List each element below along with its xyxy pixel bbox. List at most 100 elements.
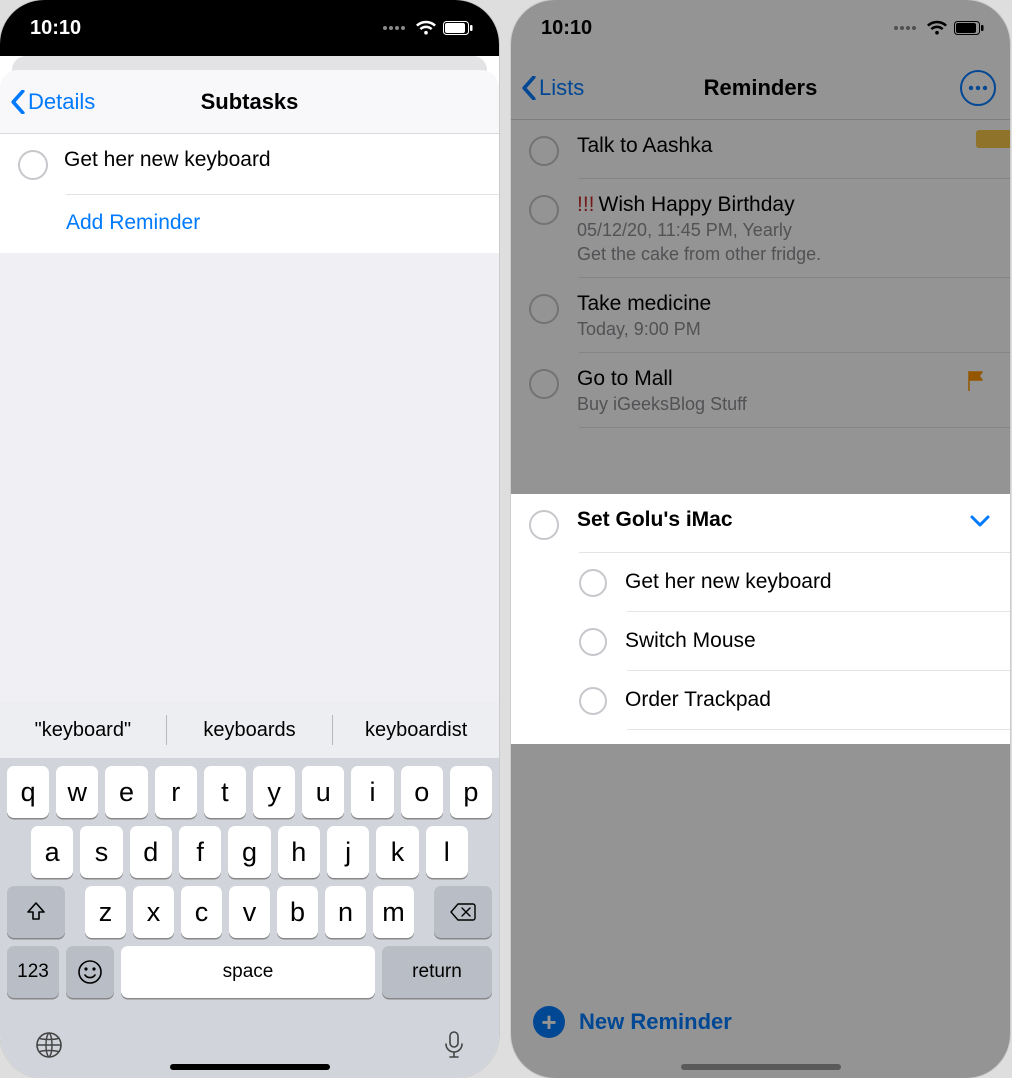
reminder-title: Talk to Aashka bbox=[577, 134, 992, 158]
subtasks-sheet: Details Subtasks Get her new keyboard Ad… bbox=[0, 70, 499, 1078]
key-d[interactable]: d bbox=[130, 826, 172, 878]
battery-icon bbox=[954, 21, 984, 35]
key-f[interactable]: f bbox=[179, 826, 221, 878]
suggestion-1[interactable]: "keyboard" bbox=[0, 719, 166, 742]
subtask-title: Get her new keyboard bbox=[64, 148, 483, 172]
key-h[interactable]: h bbox=[278, 826, 320, 878]
list-item[interactable]: Take medicine Today, 9:00 PM bbox=[511, 278, 1010, 352]
globe-icon[interactable] bbox=[34, 1030, 64, 1065]
key-z[interactable]: z bbox=[85, 886, 126, 938]
new-reminder-button[interactable]: + New Reminder bbox=[533, 1006, 732, 1038]
subtask-list: Get her new keyboard Add Reminder bbox=[0, 134, 499, 253]
checkbox-circle-icon[interactable] bbox=[529, 136, 559, 166]
space-key[interactable]: space bbox=[121, 946, 375, 998]
wifi-icon bbox=[415, 20, 437, 36]
key-e[interactable]: e bbox=[105, 766, 147, 818]
status-time: 10:10 bbox=[541, 17, 592, 40]
checkbox-circle-icon[interactable] bbox=[529, 369, 559, 399]
key-u[interactable]: u bbox=[302, 766, 344, 818]
chevron-down-icon[interactable] bbox=[970, 514, 990, 533]
back-label: Details bbox=[28, 89, 95, 115]
new-reminder-label: New Reminder bbox=[579, 1009, 732, 1035]
add-reminder-link[interactable]: Add Reminder bbox=[0, 195, 499, 253]
key-n[interactable]: n bbox=[325, 886, 366, 938]
subtask-row[interactable]: Switch Mouse bbox=[511, 612, 1010, 670]
priority-label: !!! bbox=[577, 193, 595, 216]
suggestion-3[interactable]: keyboardist bbox=[333, 719, 499, 742]
home-indicator[interactable] bbox=[170, 1064, 330, 1070]
key-q[interactable]: q bbox=[7, 766, 49, 818]
backspace-key[interactable] bbox=[434, 886, 492, 938]
checkbox-circle-icon[interactable] bbox=[529, 294, 559, 324]
key-r[interactable]: r bbox=[155, 766, 197, 818]
checkbox-circle-icon[interactable] bbox=[18, 150, 48, 180]
reminder-title: Set Golu's iMac bbox=[577, 508, 992, 532]
plus-circle-icon: + bbox=[533, 1006, 565, 1038]
flag-icon bbox=[966, 369, 988, 398]
checkbox-circle-icon[interactable] bbox=[529, 510, 559, 540]
reminder-subtitle: 05/12/20, 11:45 PM, Yearly bbox=[577, 220, 992, 241]
key-p[interactable]: p bbox=[450, 766, 492, 818]
checkbox-circle-icon[interactable] bbox=[579, 569, 607, 597]
list-item[interactable]: Set Golu's iMac bbox=[511, 494, 1010, 552]
emoji-key[interactable] bbox=[66, 946, 114, 998]
status-bar: 10:10 bbox=[511, 0, 1010, 56]
key-x[interactable]: x bbox=[133, 886, 174, 938]
subtask-row[interactable]: Get her new keyboard bbox=[511, 553, 1010, 611]
status-bar: 10:10 bbox=[0, 0, 499, 56]
reminder-title: Take medicine bbox=[577, 292, 992, 316]
key-c[interactable]: c bbox=[181, 886, 222, 938]
reminder-subtitle: Today, 9:00 PM bbox=[577, 319, 992, 340]
return-key[interactable]: return bbox=[382, 946, 492, 998]
nav-bar: Lists Reminders bbox=[511, 56, 1010, 120]
key-k[interactable]: k bbox=[376, 826, 418, 878]
home-indicator[interactable] bbox=[681, 1064, 841, 1070]
back-button[interactable]: Lists bbox=[511, 75, 584, 101]
shift-key[interactable] bbox=[7, 886, 65, 938]
phone-right-reminders: 10:10 Lists Reminders bbox=[511, 0, 1010, 1078]
phone-left-subtasks: 10:10 Details Subtasks bbox=[0, 0, 499, 1078]
list-item[interactable]: !!!Wish Happy Birthday 05/12/20, 11:45 P… bbox=[511, 179, 1010, 277]
key-j[interactable]: j bbox=[327, 826, 369, 878]
suggestion-bar: "keyboard" keyboards keyboardist bbox=[0, 702, 499, 758]
reminder-note: Get the cake from other fridge. bbox=[577, 244, 992, 265]
reminders-list: Talk to Aashka !!!Wish Happy Birthday 05… bbox=[511, 120, 1010, 428]
key-w[interactable]: w bbox=[56, 766, 98, 818]
cellular-dots-icon bbox=[894, 26, 916, 30]
battery-icon bbox=[443, 21, 473, 35]
nav-title: Reminders bbox=[511, 75, 1010, 101]
key-o[interactable]: o bbox=[401, 766, 443, 818]
subtask-title: Order Trackpad bbox=[625, 688, 771, 712]
nav-bar: Details Subtasks bbox=[0, 70, 499, 134]
key-i[interactable]: i bbox=[351, 766, 393, 818]
key-a[interactable]: a bbox=[31, 826, 73, 878]
list-item[interactable]: Talk to Aashka bbox=[511, 120, 1010, 178]
back-button[interactable]: Details bbox=[0, 89, 95, 115]
ios-keyboard: "keyboard" keyboards keyboardist q w e r… bbox=[0, 702, 499, 1078]
subtask-row[interactable]: Order Trackpad bbox=[511, 671, 1010, 729]
checkbox-circle-icon[interactable] bbox=[529, 195, 559, 225]
key-v[interactable]: v bbox=[229, 886, 270, 938]
checkbox-circle-icon[interactable] bbox=[579, 628, 607, 656]
key-s[interactable]: s bbox=[80, 826, 122, 878]
key-g[interactable]: g bbox=[228, 826, 270, 878]
expanded-reminder-card: Set Golu's iMac Get her new keyboard Swi… bbox=[511, 494, 1010, 744]
suggestion-2[interactable]: keyboards bbox=[167, 719, 333, 742]
status-time: 10:10 bbox=[30, 17, 81, 40]
back-label: Lists bbox=[539, 75, 584, 101]
key-b[interactable]: b bbox=[277, 886, 318, 938]
key-m[interactable]: m bbox=[373, 886, 414, 938]
reminder-note: Buy iGeeksBlog Stuff bbox=[577, 394, 992, 415]
key-l[interactable]: l bbox=[426, 826, 468, 878]
key-t[interactable]: t bbox=[204, 766, 246, 818]
cellular-dots-icon bbox=[383, 26, 405, 30]
more-button[interactable] bbox=[960, 70, 996, 106]
subtask-title: Switch Mouse bbox=[625, 629, 756, 653]
key-y[interactable]: y bbox=[253, 766, 295, 818]
checkbox-circle-icon[interactable] bbox=[579, 687, 607, 715]
subtask-row[interactable]: Get her new keyboard bbox=[0, 134, 499, 194]
list-item[interactable]: Go to Mall Buy iGeeksBlog Stuff bbox=[511, 353, 1010, 427]
numbers-key[interactable]: 123 bbox=[7, 946, 59, 998]
reminder-title: !!!Wish Happy Birthday bbox=[577, 193, 992, 217]
mic-icon[interactable] bbox=[443, 1030, 465, 1065]
